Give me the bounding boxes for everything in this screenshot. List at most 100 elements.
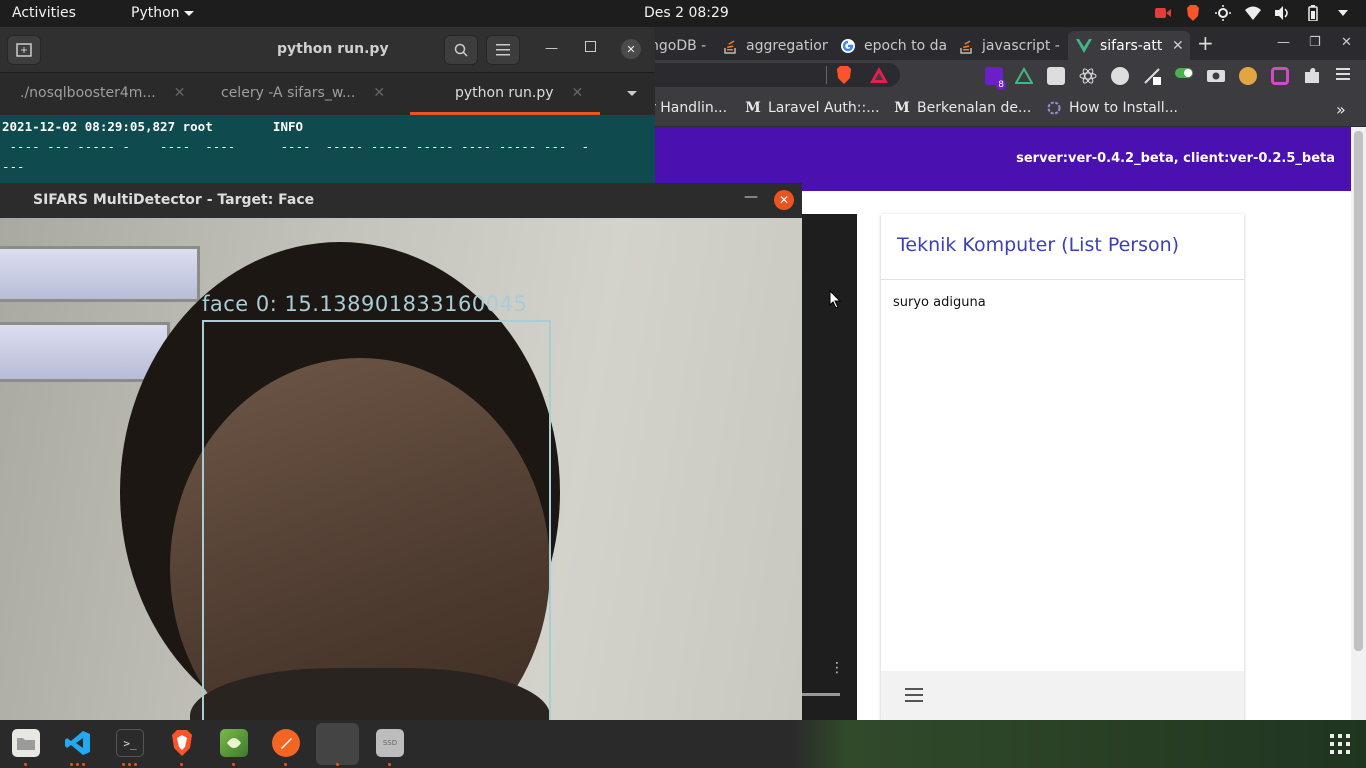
- postman-icon[interactable]: [272, 729, 300, 757]
- close-icon[interactable]: ✕: [621, 39, 641, 59]
- chat-extension-icon[interactable]: [1111, 67, 1129, 85]
- menu-icon[interactable]: [1336, 67, 1354, 85]
- tab-label: aggregation: [746, 37, 828, 54]
- disk-icon[interactable]: SSD: [376, 729, 404, 757]
- close-icon[interactable]: ✕: [174, 85, 186, 101]
- python-window-icon[interactable]: [324, 729, 352, 757]
- show-applications-icon[interactable]: [1330, 734, 1350, 754]
- mouse-pointer-icon: [829, 290, 842, 309]
- system-tray: [1154, 4, 1352, 22]
- close-icon[interactable]: ✕: [774, 190, 794, 210]
- close-icon[interactable]: ✕: [373, 85, 385, 101]
- detector-window: SIFARS MultiDetector - Target: Face — ✕ …: [0, 183, 802, 720]
- chevron-down-icon: [183, 10, 194, 16]
- new-tab-button[interactable]: +: [1197, 31, 1214, 55]
- browser-tab[interactable]: aggregation: [722, 31, 828, 60]
- close-icon[interactable]: ✕: [572, 85, 584, 101]
- volume-icon[interactable]: [1274, 4, 1292, 22]
- new-tab-icon[interactable]: [7, 35, 41, 65]
- extension-icon[interactable]: 8: [985, 67, 1006, 90]
- bookmark-item[interactable]: M Laravel Auth::...: [745, 100, 879, 116]
- activities-button[interactable]: Activities: [12, 5, 76, 21]
- maximize-icon[interactable]: [585, 41, 596, 52]
- camera-extension-icon[interactable]: [1207, 67, 1225, 85]
- bookmarks-overflow-button[interactable]: »: [1336, 100, 1346, 119]
- toggle-extension-icon[interactable]: [1175, 67, 1193, 85]
- color-extension-icon[interactable]: [1271, 67, 1289, 85]
- page-scrollbar[interactable]: [1351, 127, 1366, 720]
- bookmark-label: r Handlin...: [650, 100, 728, 116]
- bookmark-item[interactable]: How to Install...: [1046, 100, 1178, 116]
- background-window-pane: [0, 246, 200, 302]
- disk-glyph: SSD: [382, 739, 398, 747]
- card-title: Teknik Komputer (List Person): [897, 234, 1180, 256]
- extension-badge: 8: [996, 80, 1006, 90]
- person-list-item[interactable]: suryo adiguna: [893, 295, 986, 310]
- extension-icon[interactable]: [1047, 67, 1065, 85]
- react-devtools-icon[interactable]: [1079, 67, 1097, 85]
- chevron-down-icon[interactable]: [1334, 4, 1352, 22]
- browser-tab[interactable]: ngoDB -: [650, 31, 712, 60]
- minimize-icon[interactable]: —: [744, 189, 758, 205]
- hamburger-menu-icon[interactable]: [905, 688, 923, 706]
- vue-icon: [1076, 38, 1092, 54]
- bookmark-item[interactable]: r Handlin...: [650, 100, 727, 116]
- terminal-tab-label: ./nosqlbooster4m...: [20, 85, 156, 101]
- tab-close-icon[interactable]: ✕: [1172, 38, 1184, 54]
- puzzle-icon[interactable]: [1303, 67, 1321, 85]
- search-icon[interactable]: [444, 35, 478, 65]
- hamburger-menu-icon[interactable]: [486, 35, 520, 65]
- browser-restore-button[interactable]: ❐: [1309, 35, 1321, 50]
- chevron-down-icon[interactable]: [627, 91, 637, 96]
- nosqlbooster-icon[interactable]: [220, 729, 248, 757]
- more-options-icon[interactable]: ⋮: [830, 660, 844, 676]
- tab-label: epoch to da: [864, 37, 946, 54]
- terminal-tab-label: python run.py: [455, 85, 554, 101]
- gear-bookmark-icon: [1046, 100, 1062, 116]
- browser-tab-active[interactable]: sifars-att ✕: [1068, 31, 1190, 60]
- vscode-icon[interactable]: [64, 729, 92, 757]
- browser-minimize-button[interactable]: —: [1277, 35, 1290, 50]
- detection-box: [202, 320, 551, 720]
- brave-icon[interactable]: [168, 729, 196, 757]
- terminal-line: 2021-12-02 08:29:05,827 root INFO: [2, 119, 304, 134]
- person-list-card: Teknik Komputer (List Person) suryo adig…: [881, 214, 1244, 720]
- running-indicator: [24, 763, 27, 766]
- brave-shields-icon[interactable]: [836, 66, 852, 88]
- scrollbar-thumb[interactable]: [1354, 131, 1363, 651]
- bookmark-item[interactable]: M Berkenalan de...: [894, 100, 1031, 116]
- camera-recording-icon[interactable]: [1154, 4, 1172, 22]
- terminal-tab[interactable]: celery -A sifars_w... ✕: [221, 85, 385, 101]
- battery-icon[interactable]: [1304, 4, 1322, 22]
- terminal-window: python run.py — ✕ ./nosqlbooster4m... ✕ c…: [0, 27, 655, 187]
- brave-tray-icon[interactable]: [1184, 4, 1202, 22]
- detection-label: face 0: 15.138901833160045: [202, 292, 528, 316]
- terminal-tab-active[interactable]: python run.py ✕: [455, 85, 583, 101]
- browser-tab[interactable]: epoch to da: [840, 31, 946, 60]
- app-menu[interactable]: Python: [131, 5, 194, 21]
- files-icon[interactable]: [12, 729, 40, 757]
- detector-titlebar: SIFARS MultiDetector - Target: Face — ✕: [0, 183, 802, 218]
- version-text: server:ver-0.4.2_beta, client:ver-0.2.5_…: [1016, 151, 1335, 166]
- brave-rewards-icon[interactable]: [870, 67, 888, 87]
- terminal-tab[interactable]: ./nosqlbooster4m... ✕: [20, 85, 185, 101]
- address-bar[interactable]: [640, 63, 900, 87]
- vue-devtools-icon[interactable]: [1014, 66, 1034, 85]
- terminal-prompt-glyph: >_: [123, 736, 137, 750]
- brightness-icon[interactable]: [1214, 4, 1232, 22]
- terminal-icon[interactable]: >_: [116, 729, 144, 757]
- terminal-line: ---: [2, 159, 25, 174]
- pen-extension-icon[interactable]: [1143, 67, 1161, 85]
- address-divider: [826, 66, 827, 84]
- browser-tab[interactable]: javascript -: [958, 31, 1064, 60]
- minimize-icon[interactable]: —: [545, 41, 558, 56]
- clock[interactable]: Des 2 08:29: [644, 5, 729, 21]
- terminal-output[interactable]: 2021-12-02 08:29:05,827 root INFO ---- -…: [0, 115, 655, 187]
- browser-close-button[interactable]: ✕: [1341, 35, 1352, 50]
- divider: [881, 279, 1244, 280]
- terminal-tab-label: celery -A sifars_w...: [221, 85, 356, 101]
- cookie-extension-icon[interactable]: [1239, 67, 1257, 85]
- tab-label: javascript -: [982, 37, 1060, 54]
- wifi-icon[interactable]: [1244, 4, 1262, 22]
- tab-label: ngoDB -: [650, 37, 707, 54]
